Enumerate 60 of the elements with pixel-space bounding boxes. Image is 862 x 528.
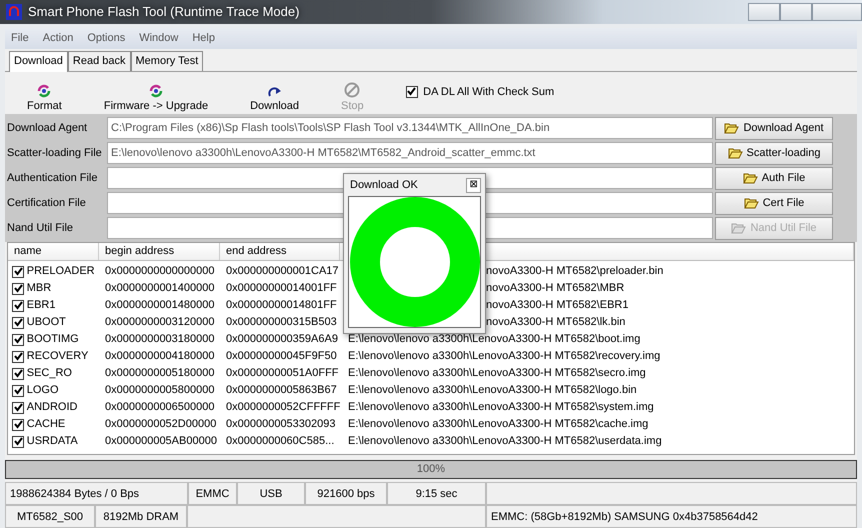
dialog-title: Download OK [350,178,418,193]
table-cell: 0x0000000000000000 [105,265,215,278]
window-title: Smart Phone Flash Tool (Runtime Trace Mode) [28,3,300,22]
table-cell: 0x0000000053302093 [226,418,336,430]
table-cell: 0x000000000001CA17 [226,265,339,278]
table-cell: 0x0000000005800000 [105,384,215,396]
table-cell: E:\lenovo\lenovo a3300h\LenovoA3300-H MT6582\recovery.img [348,350,660,362]
table-cell: 0x0000000001480000 [105,299,215,312]
table-cell-text: CACHE [26,417,66,432]
table-cell-text: USRDATA [26,434,78,450]
table-cell-text: EBR1 [26,298,56,314]
table-cell: 0x000000000315B503 [226,316,337,328]
table-cell: 0x00000000014801FF [226,299,337,312]
table-cell: novoA3300-H MT6582\preloader.bin [486,265,664,278]
status-field: 8192Mb DRAM [95,505,187,528]
table-cell-text: MBR [26,281,52,296]
table-cell-text: RECOVERY [26,349,88,364]
table-cell-text: SEC_RO [26,366,72,382]
table-cell: E:\lenovo\lenovo a3300h\LenovoA3300-H MT6582\system.img [348,401,654,414]
table-cell: 0x0000000004180000 [105,350,215,362]
table-cell: 0x0000000006500000 [105,401,215,414]
table-cell-text: UBOOT [26,315,66,330]
progress-text: 100% [416,462,446,477]
status-field: EMMC [188,482,237,505]
table-cell: 0x0000000003120000 [105,316,215,328]
table-cell: novoA3300-H MT6582\MBR [486,282,624,294]
status-field: 1988624384 Bytes / 0 Bps [5,482,188,505]
table-cell: 0x0000000005180000 [105,367,215,380]
table-cell: E:\lenovo\lenovo a3300h\LenovoA3300-H MT6582\logo.bin [348,384,637,396]
field-label: Scatter-loading File [7,146,103,161]
table-cell: E:\lenovo\lenovo a3300h\LenovoA3300-H MT6582\userdata.img [348,435,662,448]
table-cell: 0x0000000052CFFFFF [226,401,340,414]
status-field: EMMC: (58Gb+8192Mb) SAMSUNG 0x4b3758564d42 [486,505,857,528]
field-label: Download Agent [7,120,88,136]
table-cell: 0x0000000001400000 [105,282,215,294]
table-cell: E:\lenovo\lenovo a3300h\LenovoA3300-H MT6582\secro.img [348,367,646,380]
table-cell: novoA3300-H MT6582\lk.bin [486,316,626,328]
table-cell-text: PRELOADER [26,264,95,280]
table-cell: 0x00000000014001FF [226,282,337,294]
table-cell-text: BOOTIMG [26,332,79,348]
table-cell-text: ANDROID [26,400,78,416]
field-label: Nand Util File [7,220,74,236]
table-cell-text: LOGO [26,383,59,398]
status-field: USB [237,482,305,505]
table-cell: E:\lenovo\lenovo a3300h\LenovoA3300-H MT6582\cache.img [348,418,648,430]
table-cell: 0x0000000052D00000 [105,418,216,430]
table-cell: 0x000000005AB00000 [105,435,217,448]
status-field: 9:15 sec [387,482,486,505]
status-field: 921600 bps [305,482,387,505]
table-cell: 0x0000000005863B67 [226,384,337,396]
field-label: Authentication File [7,170,98,186]
table-cell: novoA3300-H MT6582\EBR1 [486,299,628,312]
field-label: Certification File [7,196,87,211]
table-cell: 0x00000000051A0FFF [226,367,339,380]
status-field: MT6582_S00 [5,505,95,528]
table-cell: E:\lenovo\lenovo a3300h\LenovoA3300-H MT6582\boot.img [348,333,640,346]
table-cell: 0x0000000003180000 [105,333,215,346]
table-cell: 0x00000000045F9F50 [226,350,337,362]
table-cell: 0x0000000060C585... [226,435,334,448]
table-cell: 0x000000000359A6A9 [226,333,338,346]
